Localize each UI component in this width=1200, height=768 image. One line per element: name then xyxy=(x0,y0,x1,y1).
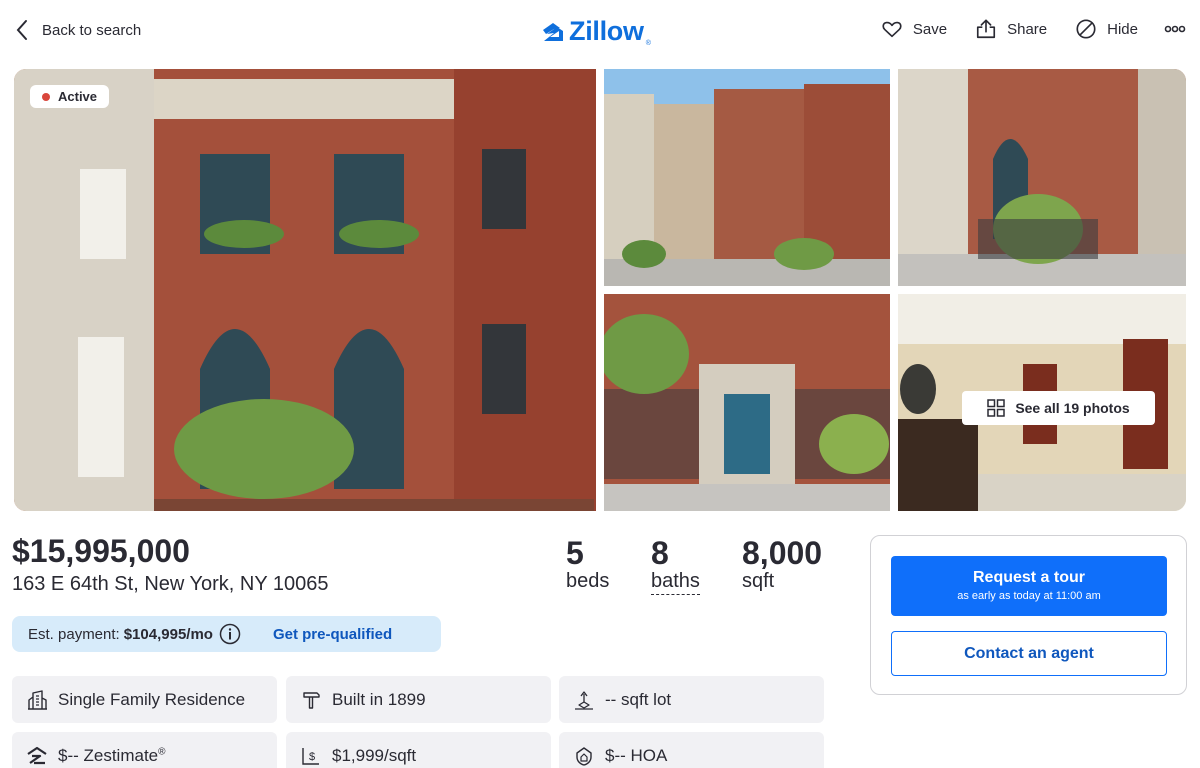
main-photo[interactable]: Active xyxy=(14,69,596,511)
info-icon[interactable] xyxy=(219,623,241,645)
gallery-photo-3[interactable] xyxy=(604,294,890,511)
request-tour-subtitle: as early as today at 11:00 am xyxy=(957,590,1101,602)
hide-label: Hide xyxy=(1107,20,1138,38)
beds-stat: 5 beds xyxy=(566,535,609,593)
active-dot-icon xyxy=(42,92,50,101)
baths-label[interactable]: baths xyxy=(651,570,700,595)
baths-value: 8 xyxy=(651,535,669,571)
gallery-photo-1[interactable] xyxy=(604,69,890,286)
zestimate-value: $-- Zestimate xyxy=(58,745,159,765)
lot-icon xyxy=(575,690,593,710)
payment-value: $104,995/mo xyxy=(123,625,213,643)
photo-gallery: Active xyxy=(14,69,1186,511)
hoa-icon xyxy=(576,746,592,766)
building-icon xyxy=(28,689,47,710)
share-label: Share xyxy=(1007,20,1048,38)
sqft-value: 8,000 xyxy=(742,535,823,571)
estimated-payment-bar: Est. payment: $104,995/mo Get pre-qualif… xyxy=(12,616,441,652)
more-icon xyxy=(1164,25,1186,33)
entrance-image xyxy=(604,294,890,511)
request-tour-button[interactable]: Request a tour as early as today at 11:0… xyxy=(891,556,1167,616)
baths-stat[interactable]: 8 baths xyxy=(651,535,700,595)
hammer-icon xyxy=(303,691,320,709)
save-button[interactable]: Save xyxy=(881,18,947,40)
fact-year-built-text: Built in 1899 xyxy=(332,689,426,709)
get-pre-qualified-link[interactable]: Get pre-qualified xyxy=(273,626,392,643)
beds-value: 5 xyxy=(566,535,584,571)
hide-icon xyxy=(1076,19,1096,39)
street-view-image xyxy=(604,69,890,286)
fact-hoa: $-- HOA xyxy=(559,732,824,768)
zestimate-trademark: ® xyxy=(158,745,166,757)
see-all-label: See all 19 photos xyxy=(1015,400,1130,416)
townhouse-facade-image xyxy=(14,69,596,511)
fact-lot-size: -- sqft lot xyxy=(559,676,824,723)
contact-card: Request a tour as early as today at 11:0… xyxy=(870,535,1187,695)
fact-price-per-sqft-text: $1,999/sqft xyxy=(332,745,417,765)
contact-agent-button[interactable]: Contact an agent xyxy=(891,631,1167,676)
street-angle-image xyxy=(898,69,1186,286)
status-label: Active xyxy=(58,89,98,104)
share-button[interactable]: Share xyxy=(975,18,1047,40)
zillow-logo-icon xyxy=(543,22,563,41)
sqft-stat: 8,000 sqft xyxy=(742,535,822,593)
status-badge: Active xyxy=(30,85,110,108)
payment-label: Est. payment: xyxy=(28,625,120,643)
heart-icon xyxy=(882,21,902,38)
fact-year-built: Built in 1899 xyxy=(286,676,551,723)
fact-lot-size-text: -- sqft lot xyxy=(605,689,672,709)
fact-home-type: Single Family Residence xyxy=(12,676,277,723)
fact-zestimate-text: $-- Zestimate® xyxy=(58,746,166,766)
grid-icon xyxy=(987,399,1006,417)
back-to-search-link[interactable]: Back to search xyxy=(14,18,141,42)
fact-zestimate[interactable]: $-- Zestimate® xyxy=(12,732,277,768)
listing-address: 163 E 64th St, New York, NY 10065 xyxy=(12,573,329,595)
zillow-logo[interactable]: Zillow ® xyxy=(541,16,651,47)
save-label: Save xyxy=(912,20,948,38)
fact-home-type-text: Single Family Residence xyxy=(58,689,246,709)
header-actions: Save Share Hide xyxy=(853,18,1186,40)
fact-hoa-text: $-- HOA xyxy=(605,745,668,765)
more-options-button[interactable] xyxy=(1164,18,1186,40)
zestimate-icon xyxy=(27,746,47,764)
request-tour-title: Request a tour xyxy=(972,569,1085,586)
dollar-glyph: $ xyxy=(309,751,315,763)
back-label: Back to search xyxy=(42,21,142,39)
listing-price: $15,995,000 xyxy=(12,533,190,569)
sqft-label: sqft xyxy=(742,570,775,592)
share-icon xyxy=(977,19,996,39)
logo-trademark: ® xyxy=(645,40,651,47)
chevron-left-icon xyxy=(16,20,27,40)
hide-button[interactable]: Hide xyxy=(1075,18,1138,40)
gallery-photo-2[interactable] xyxy=(898,69,1186,286)
beds-label: beds xyxy=(566,570,610,592)
fact-price-per-sqft: $ $1,999/sqft xyxy=(286,732,551,768)
logo-text: Zillow xyxy=(569,16,644,46)
top-bar: Back to search Zillow ® Save Share Hide xyxy=(0,0,1200,62)
see-all-photos-button[interactable]: See all 19 photos xyxy=(962,391,1155,425)
price-per-sqft-icon: $ xyxy=(302,747,319,765)
